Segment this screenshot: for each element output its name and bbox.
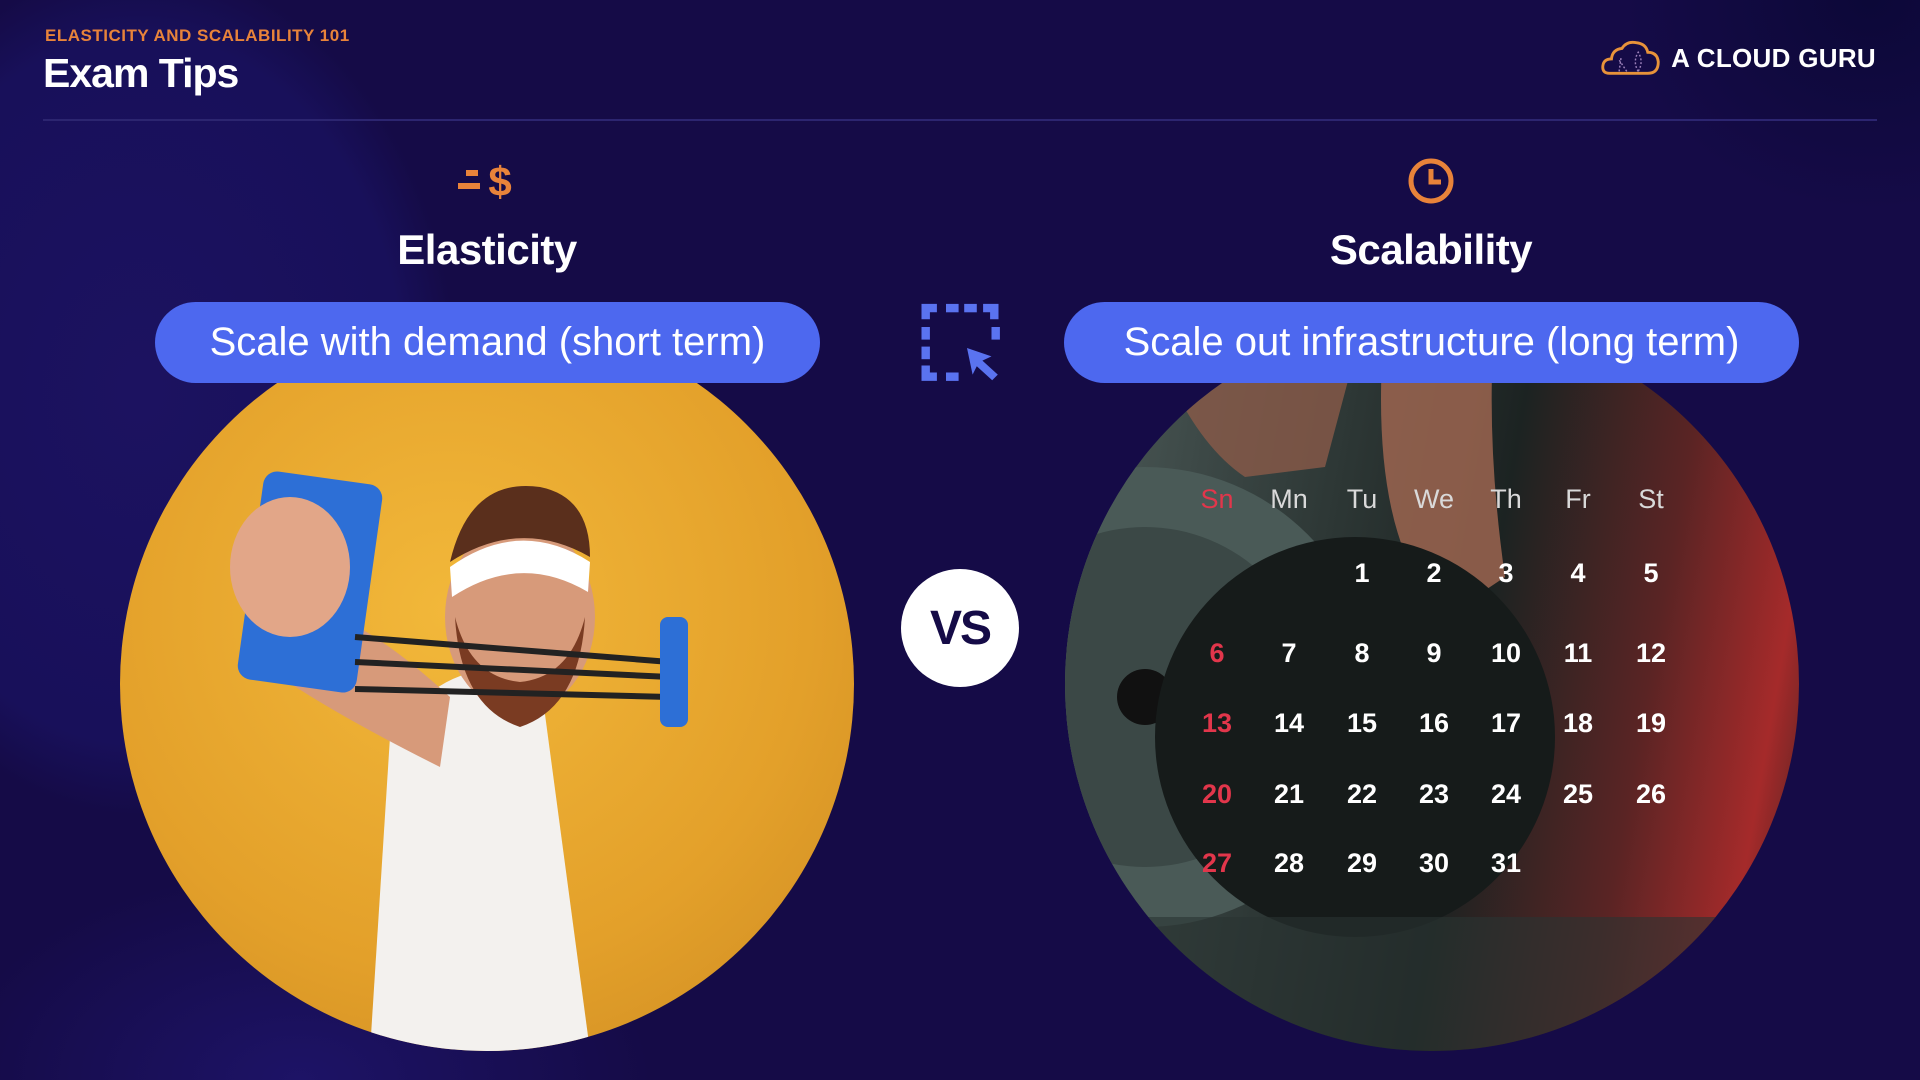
scalability-heading: Scalability [1329, 226, 1533, 273]
slide-subtitle: ELASTICITY AND SCALABILITY 101 [45, 26, 350, 45]
fast-dollar-icon: $ [458, 160, 512, 200]
dashed-select-cursor-icon [921, 303, 1000, 381]
brand-logo: A CLOUD GURU [1600, 38, 1876, 78]
calendar-day: 15 [1346, 708, 1378, 738]
calendar-day: 25 [1562, 779, 1594, 809]
clock-icon [1408, 158, 1454, 204]
calendar-day: 27 [1201, 848, 1233, 878]
calendar-day: 22 [1346, 779, 1378, 809]
calendar-day: 17 [1490, 708, 1522, 738]
calendar-day: 21 [1273, 779, 1305, 809]
calendar-day: 10 [1490, 638, 1522, 668]
scalability-photo [1065, 317, 1799, 1051]
calendar-day: 23 [1418, 779, 1450, 809]
slide-title: Exam Tips [43, 50, 239, 96]
man-with-expander-illustration [230, 471, 688, 1051]
calendar-day: 7 [1281, 638, 1297, 668]
calendar-day: 28 [1273, 848, 1305, 878]
calendar-day: 3 [1498, 558, 1514, 588]
elasticity-heading: Elasticity [397, 226, 577, 273]
calendar-day: 12 [1635, 638, 1667, 668]
svg-text:$: $ [488, 160, 511, 200]
calendar-day: 26 [1635, 779, 1667, 809]
calendar-day: 6 [1209, 638, 1225, 668]
elasticity-pill: Scale with demand (short term) [155, 302, 820, 383]
elasticity-photo [120, 317, 854, 1051]
calendar-day: 9 [1426, 638, 1442, 668]
barbell-illustration [1065, 317, 1799, 1051]
cloud-icon [1601, 40, 1660, 75]
calendar-day: 13 [1201, 708, 1233, 738]
scalability-pill: Scale out infrastructure (long term) [1064, 302, 1799, 383]
calendar-day: 31 [1490, 848, 1522, 878]
calendar-day: 24 [1490, 779, 1522, 809]
calendar-day: 11 [1563, 638, 1593, 668]
calendar-weekday-we: We [1413, 484, 1454, 514]
calendar-day: 14 [1273, 708, 1305, 738]
calendar-weekday-st: St [1638, 484, 1664, 514]
calendar-day: 16 [1418, 708, 1450, 738]
calendar-day: 5 [1643, 558, 1659, 588]
calendar-day: 2 [1426, 558, 1442, 588]
calendar-day: 29 [1346, 848, 1378, 878]
calendar-day: 4 [1570, 558, 1586, 588]
header-divider [43, 119, 1877, 121]
calendar-weekday-fr: Fr [1565, 484, 1591, 514]
brand-name: A CLOUD GURU [1671, 42, 1876, 73]
calendar-day: 20 [1201, 779, 1233, 809]
calendar-weekday-sn: Sn [1200, 484, 1234, 514]
calendar-weekday-tu: Tu [1346, 484, 1378, 514]
calendar-day: 1 [1354, 558, 1370, 588]
calendar-weekday-mn: Mn [1270, 484, 1308, 514]
versus-badge: VS [901, 569, 1019, 687]
calendar-day: 8 [1354, 638, 1370, 668]
calendar-day: 18 [1562, 708, 1594, 738]
calendar-day: 30 [1418, 848, 1450, 878]
calendar-weekday-th: Th [1490, 484, 1522, 514]
calendar-day: 19 [1635, 708, 1667, 738]
